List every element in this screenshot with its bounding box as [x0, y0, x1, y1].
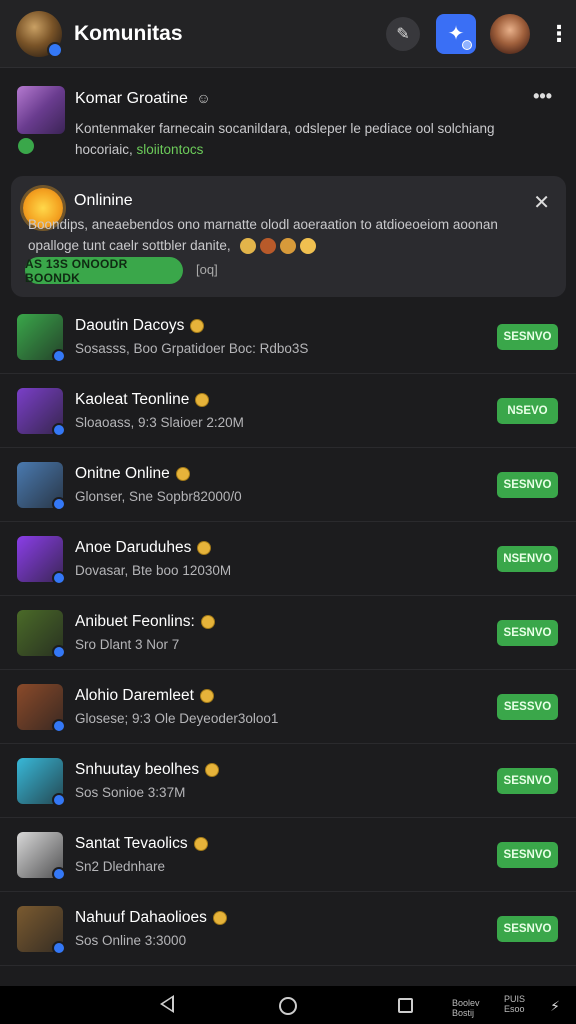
page-title: Komunitas — [74, 21, 183, 45]
verified-badge-icon — [52, 571, 66, 585]
list-item[interactable]: Onitne Online Glonser, Sne Sopbr82000/0 SE… — [0, 448, 576, 522]
verified-badge-icon — [52, 423, 66, 437]
compose-button[interactable]: ✦ — [436, 13, 476, 54]
overflow-menu-icon[interactable]: ⋮ — [548, 21, 570, 47]
online-card: Onlinine ✕ Boondips, aneaebendos ono mar… — [11, 176, 566, 297]
join-button[interactable]: SESNVO — [497, 916, 558, 942]
close-icon[interactable]: ✕ — [533, 190, 550, 215]
recents-icon[interactable] — [398, 998, 413, 1013]
list-item-name: Santat Tevaolics — [75, 835, 208, 853]
coin-icon — [195, 392, 210, 407]
join-button[interactable]: SESNVO — [497, 768, 558, 794]
list-item-subtitle: Glosese; 9:3 Ole Deyeoder3oloo1 — [75, 711, 279, 726]
community-icon[interactable] — [17, 684, 66, 733]
list-item[interactable]: Santat Tevaolics Sn2 Dlednhare SESNVO — [0, 818, 576, 892]
status-text-right: PUIS Esoo — [504, 994, 526, 1014]
verified-badge-icon — [52, 349, 66, 363]
join-button[interactable]: SESNVO — [497, 472, 558, 498]
list-item-subtitle: Sloaoass, 9:3 Slaioer 2:20M — [75, 415, 244, 430]
list-item-name: Snhuutay beolhes — [75, 761, 220, 779]
list-item-subtitle: Sro Dlant 3 Nor 7 — [75, 637, 180, 652]
list-item[interactable]: Alohio Daremleet Glosese; 9:3 Ole Deyeode… — [0, 670, 576, 744]
signal-icon: ⚡ — [550, 998, 560, 1014]
community-icon[interactable] — [17, 462, 66, 511]
list-item-subtitle: Sos Online 3:3000 — [75, 933, 187, 948]
coin-icon — [175, 466, 190, 481]
verified-badge-icon — [52, 941, 66, 955]
community-icon[interactable] — [17, 906, 66, 955]
community-icon[interactable] — [17, 388, 66, 437]
user-avatar[interactable] — [490, 13, 530, 54]
back-icon[interactable] — [160, 995, 174, 1013]
list-item-name: Kaoleat Teonline — [75, 391, 210, 409]
system-nav-bar: Boolev Bostij PUIS Esoo ⚡ — [0, 986, 576, 1024]
home-icon[interactable] — [279, 997, 297, 1015]
list-item[interactable]: Snhuutay beolhes Sos Sonioe 3:37M SESNVO — [0, 744, 576, 818]
online-card-title: Onlinine — [74, 192, 133, 209]
avatar-dot — [240, 238, 257, 255]
list-item[interactable]: Daoutin Dacoys Sosasss, Boo Grpatidoer Bo… — [0, 300, 576, 374]
list-item-subtitle: Sosasss, Boo Grpatidoer Boc: Rdbo3S — [75, 341, 309, 356]
coin-icon — [205, 762, 220, 777]
list-item[interactable]: Anoe Daruduhes Dovasar, Bte boo 12030M NSE… — [0, 522, 576, 596]
post-more-icon[interactable]: ••• — [533, 86, 552, 107]
list-item-name: Daoutin Dacoys — [75, 317, 205, 335]
join-button[interactable]: NSEVO — [497, 398, 558, 424]
avatar-stack — [240, 238, 317, 255]
join-button[interactable]: SESNVO — [497, 620, 558, 646]
coin-icon — [190, 318, 205, 333]
join-button[interactable]: SESSVO — [497, 694, 558, 720]
coin-icon — [200, 614, 215, 629]
top-app-bar: Komunitas ✎ ✦ ⋮ — [0, 0, 576, 68]
community-icon[interactable] — [17, 314, 66, 363]
list-item-subtitle: Dovasar, Bte boo 12030M — [75, 563, 232, 578]
community-list: Daoutin Dacoys Sosasss, Boo Grpatidoer Bo… — [0, 300, 576, 966]
status-text-left: Boolev Bostij — [452, 998, 480, 1018]
online-card-aux[interactable]: [oq] — [196, 262, 218, 277]
list-item-name: Nahuuf Dahaolioes — [75, 909, 227, 927]
notification-dot-icon — [462, 39, 472, 50]
post-body: Kontenmaker farnecain socanildara, odsle… — [75, 121, 495, 157]
online-card-text: Boondips, aneaebendos ono marnatte olodl… — [28, 217, 498, 255]
list-item[interactable]: Nahuuf Dahaolioes Sos Online 3:3000 SESNVO — [0, 892, 576, 966]
list-item[interactable]: Anibuet Feonlins: Sro Dlant 3 Nor 7 SESNVO — [0, 596, 576, 670]
list-item-name: Anoe Daruduhes — [75, 539, 212, 557]
coin-icon — [193, 836, 208, 851]
verified-badge-icon — [52, 867, 66, 881]
community-icon[interactable] — [17, 610, 66, 659]
coin-icon — [212, 910, 227, 925]
post-title[interactable]: Komar Groatine ☺ — [75, 90, 211, 108]
community-icon[interactable] — [17, 758, 66, 807]
coin-icon — [199, 688, 214, 703]
app-screen: Komunitas ✎ ✦ ⋮ Komar Groatine ☺ Kontenm… — [0, 0, 576, 986]
verified-badge-icon — [52, 719, 66, 733]
list-item-name: Alohio Daremleet — [75, 687, 214, 705]
list-item-name: Onitne Online — [75, 465, 190, 483]
coin-icon — [197, 540, 212, 555]
join-button[interactable]: NSENVO — [497, 546, 558, 572]
join-button[interactable]: SESNVO — [497, 324, 558, 350]
list-item-subtitle: Glonser, Sne Sopbr82000/0 — [75, 489, 242, 504]
post-thumbnail[interactable] — [17, 86, 65, 134]
verified-badge-icon — [52, 793, 66, 807]
smile-icon: ☺ — [196, 90, 211, 106]
avatar-dot — [300, 238, 317, 255]
verified-badge-icon — [52, 645, 66, 659]
community-avatar[interactable] — [16, 10, 63, 58]
community-icon[interactable] — [17, 536, 66, 585]
avatar-dot — [280, 238, 297, 255]
reply-icon[interactable] — [18, 138, 34, 154]
list-item-subtitle: Sn2 Dlednhare — [75, 859, 166, 874]
post-link[interactable]: sloiitontocs — [137, 142, 204, 157]
pen-icon[interactable]: ✎ — [386, 16, 420, 51]
list-item-subtitle: Sos Sonioe 3:37M — [75, 785, 186, 800]
avatar-dot — [260, 238, 277, 255]
list-item-name: Anibuet Feonlins: — [75, 613, 215, 631]
list-item[interactable]: Kaoleat Teonline Sloaoass, 9:3 Slaioer 2:… — [0, 374, 576, 448]
community-icon[interactable] — [17, 832, 66, 881]
verified-badge-icon — [52, 497, 66, 511]
online-card-button[interactable]: AS 13S ONOODR BOONDK — [25, 257, 183, 285]
verified-badge-icon — [47, 41, 63, 58]
join-button[interactable]: SESNVO — [497, 842, 558, 868]
